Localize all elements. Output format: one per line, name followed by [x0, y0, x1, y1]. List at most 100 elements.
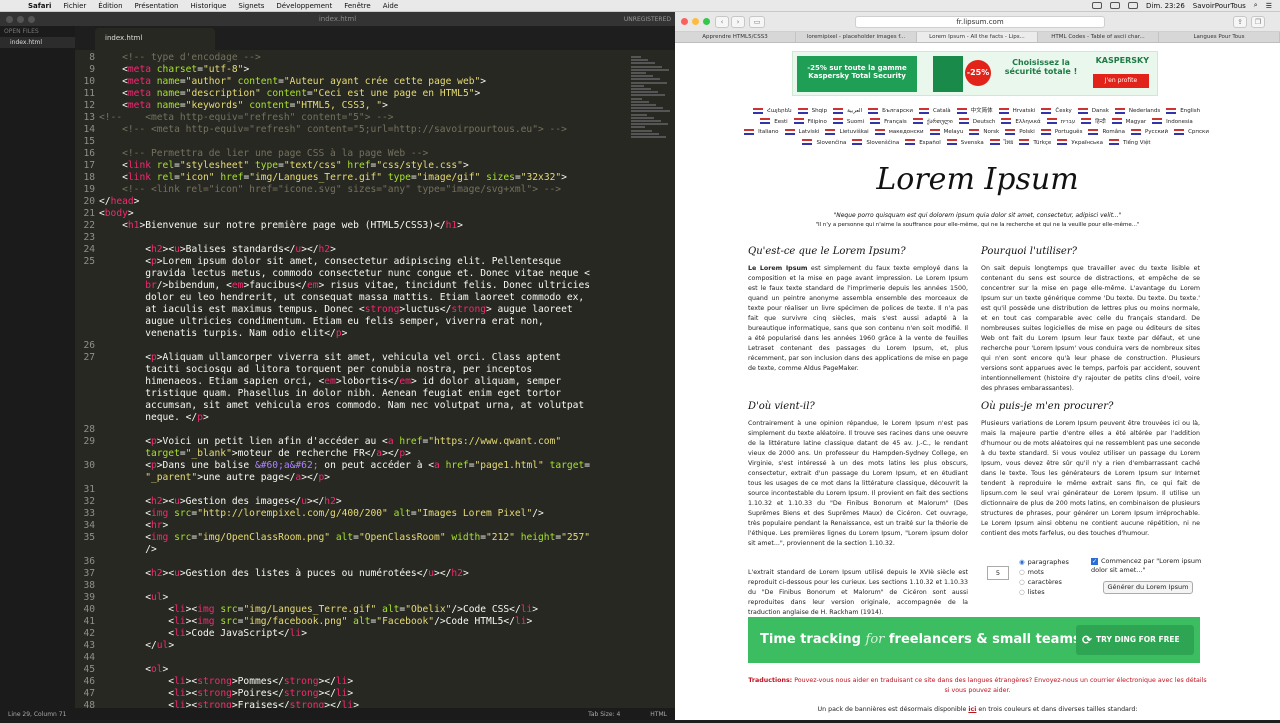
code-line[interactable]: <meta name="description" content="Ceci e… — [99, 88, 480, 99]
code-line[interactable]: <body> — [99, 208, 134, 219]
tabs-overview-icon[interactable]: ❐ — [1251, 16, 1265, 28]
code-line[interactable]: himenaeos. Etiam sapien orci, <em>lobort… — [99, 376, 561, 387]
code-line[interactable]: </ul> — [99, 640, 174, 651]
language-link[interactable]: Filipino — [793, 117, 829, 128]
language-link[interactable]: Français — [870, 117, 909, 128]
browser-tab[interactable]: Langues Pour Tous — [1159, 32, 1280, 42]
code-line[interactable]: augue ultricies condimentum. Etiam eu fe… — [99, 316, 544, 327]
language-link[interactable]: Norsk — [969, 127, 1001, 138]
code-line[interactable]: <meta name="keywords" content="HTML5, CS… — [99, 100, 388, 111]
language-link[interactable]: Српски — [1174, 127, 1211, 138]
banner-cta-button[interactable]: TRY DING FOR FREE — [1076, 625, 1194, 655]
code-line[interactable]: <ol> — [99, 664, 168, 675]
language-link[interactable]: Nederlands — [1114, 106, 1162, 117]
language-link[interactable]: Slovenčina — [802, 138, 848, 149]
code-line[interactable]: <!-- <link rel="icon" href="icone.svg" s… — [99, 184, 561, 195]
language-link[interactable]: العربية — [833, 106, 864, 117]
code-line[interactable]: dolor eu leo hendrerit, ut consequat mas… — [99, 292, 584, 303]
close-window-button[interactable] — [681, 18, 688, 25]
code-line[interactable]: <meta name="author" content="Auteur ayan… — [99, 76, 486, 87]
kaspersky-ad[interactable]: -25% sur toute la gamme Kaspersky Total … — [792, 51, 1158, 96]
tab-size-selector[interactable]: Tab Size: 4 — [588, 711, 620, 718]
language-link[interactable]: Български — [868, 106, 915, 117]
code-line[interactable]: <img src="http://lorempixel.com/g/400/20… — [99, 508, 544, 519]
menu-window[interactable]: Fenêtre — [338, 2, 376, 10]
code-line[interactable]: <li><strong>Poires</strong></li> — [99, 688, 353, 699]
code-line[interactable]: <p>Voici un petit lien afin d'accéder au… — [99, 436, 561, 447]
back-button[interactable]: ‹ — [715, 16, 729, 28]
code-line[interactable]: <p>Lorem ipsum dolor sit amet, consectet… — [99, 256, 561, 267]
language-link[interactable]: Українська — [1057, 138, 1105, 149]
menu-file[interactable]: Fichier — [57, 2, 92, 10]
language-link[interactable]: Català — [918, 106, 953, 117]
menu-edit[interactable]: Édition — [92, 2, 128, 10]
minimize-window-button[interactable] — [17, 15, 24, 23]
language-link[interactable]: Dansk — [1077, 106, 1111, 117]
code-line[interactable]: <h2><u>Gestion des listes à puces ou num… — [99, 568, 469, 579]
language-link[interactable]: македонски — [874, 127, 926, 138]
language-link[interactable]: Eesti — [760, 117, 789, 128]
ding-banner-ad[interactable]: Time tracking for freelancers & small te… — [748, 617, 1200, 663]
code-line[interactable]: <li><img src="img/facebook.png" alt="Fac… — [99, 616, 532, 627]
language-link[interactable]: Česky — [1041, 106, 1073, 117]
code-line[interactable]: <li>Code JavaScript</li> — [99, 628, 307, 639]
radio-lists[interactable]: listes — [1019, 587, 1069, 597]
language-link[interactable]: Pyccкий — [1130, 127, 1170, 138]
code-line[interactable]: <li><img src="img/Langues_Terre.gif" alt… — [99, 604, 538, 615]
code-line[interactable]: <p>Dans une balise &#60;a&#62; on peut a… — [99, 460, 590, 471]
code-line[interactable]: /> — [99, 544, 157, 555]
code-line[interactable]: <p>Aliquam ullamcorper viverra sit amet,… — [99, 352, 561, 363]
language-link[interactable]: English — [1166, 106, 1202, 117]
code-line[interactable]: <h2><u>Gestion des images</u></h2> — [99, 496, 341, 507]
menu-history[interactable]: Historique — [184, 2, 232, 10]
code-line[interactable]: <img src="img/OpenClassRoom.png" alt="Op… — [99, 532, 590, 543]
code-line[interactable]: <!-- type d'encodage --> — [99, 52, 261, 63]
code-line[interactable]: <hr> — [99, 520, 168, 531]
minimap[interactable] — [627, 50, 675, 708]
menu-develop[interactable]: Développement — [270, 2, 338, 10]
language-link[interactable]: Svenska — [946, 138, 986, 149]
open-file-item[interactable]: index.html — [0, 37, 75, 48]
code-line[interactable]: taciti sociosqu ad litora torquent per c… — [99, 364, 532, 375]
radio-paragraphs[interactable]: paragraphes — [1019, 557, 1069, 567]
sidebar-toggle-icon[interactable]: ▭ — [749, 16, 765, 28]
language-link[interactable]: Հայերեն — [752, 106, 794, 117]
language-link[interactable]: Latviski — [784, 127, 822, 138]
code-line[interactable]: gravida lectus metus, commodo consectetu… — [99, 268, 590, 279]
checkbox-checked-icon[interactable]: ✓ — [1091, 558, 1098, 565]
zoom-window-button[interactable] — [703, 18, 710, 25]
language-link[interactable]: Polski — [1005, 127, 1037, 138]
editor-tab-index-html[interactable]: index.html — [95, 28, 215, 50]
language-link[interactable]: 中文简体 — [956, 106, 995, 117]
code-area[interactable]: <!-- type d'encodage --> <meta charset="… — [99, 50, 627, 708]
language-link[interactable]: Deutsch — [958, 117, 998, 128]
search-icon[interactable]: ⌕ — [1254, 1, 1258, 10]
share-icon[interactable]: ⇪ — [1233, 16, 1247, 28]
browser-tab[interactable]: HTML Codes - Table of ascii char... — [1038, 32, 1159, 42]
code-line[interactable]: tristique quam. Phasellus in dolor nibh.… — [99, 388, 561, 399]
menu-bookmarks[interactable]: Signets — [232, 2, 270, 10]
syntax-selector[interactable]: HTML — [650, 711, 667, 718]
translations-text[interactable]: Pouvez-vous nous aider en traduisant ce … — [792, 677, 1206, 694]
zoom-window-button[interactable] — [28, 15, 35, 23]
code-line[interactable]: accumsan, sit amet vehicula eros commodo… — [99, 400, 584, 411]
browser-tab[interactable]: Apprendre HTML5/CSS3 — [675, 32, 796, 42]
language-link[interactable]: Lietuviškai — [825, 127, 870, 138]
language-link[interactable]: Hrvatski — [998, 106, 1038, 117]
language-link[interactable]: Português — [1040, 127, 1085, 138]
language-link[interactable]: Indonesia — [1152, 117, 1195, 128]
code-line[interactable]: <ul> — [99, 592, 168, 603]
menu-view[interactable]: Présentation — [129, 2, 185, 10]
language-link[interactable]: हिन्दी — [1081, 117, 1107, 128]
code-line[interactable]: <h1>Bienvenue sur notre première page we… — [99, 220, 463, 231]
code-line[interactable]: target="_blank">moteur de recherche FR</… — [99, 448, 411, 459]
generate-button[interactable]: Générer du Lorem Ipsum — [1103, 581, 1193, 594]
code-line[interactable]: <!-- <meta http-equiv="refresh" content=… — [99, 112, 394, 123]
address-bar[interactable]: fr.lipsum.com — [855, 16, 1105, 28]
language-link[interactable]: Româna — [1088, 127, 1127, 138]
language-link[interactable]: Magyar — [1111, 117, 1149, 128]
code-line[interactable]: neque. </p> — [99, 412, 209, 423]
browser-tab[interactable]: loremipixel - placeholder images f... — [796, 32, 917, 42]
code-line[interactable]: <meta charset="utf-8"> — [99, 64, 249, 75]
language-link[interactable]: ქართული — [912, 117, 955, 128]
